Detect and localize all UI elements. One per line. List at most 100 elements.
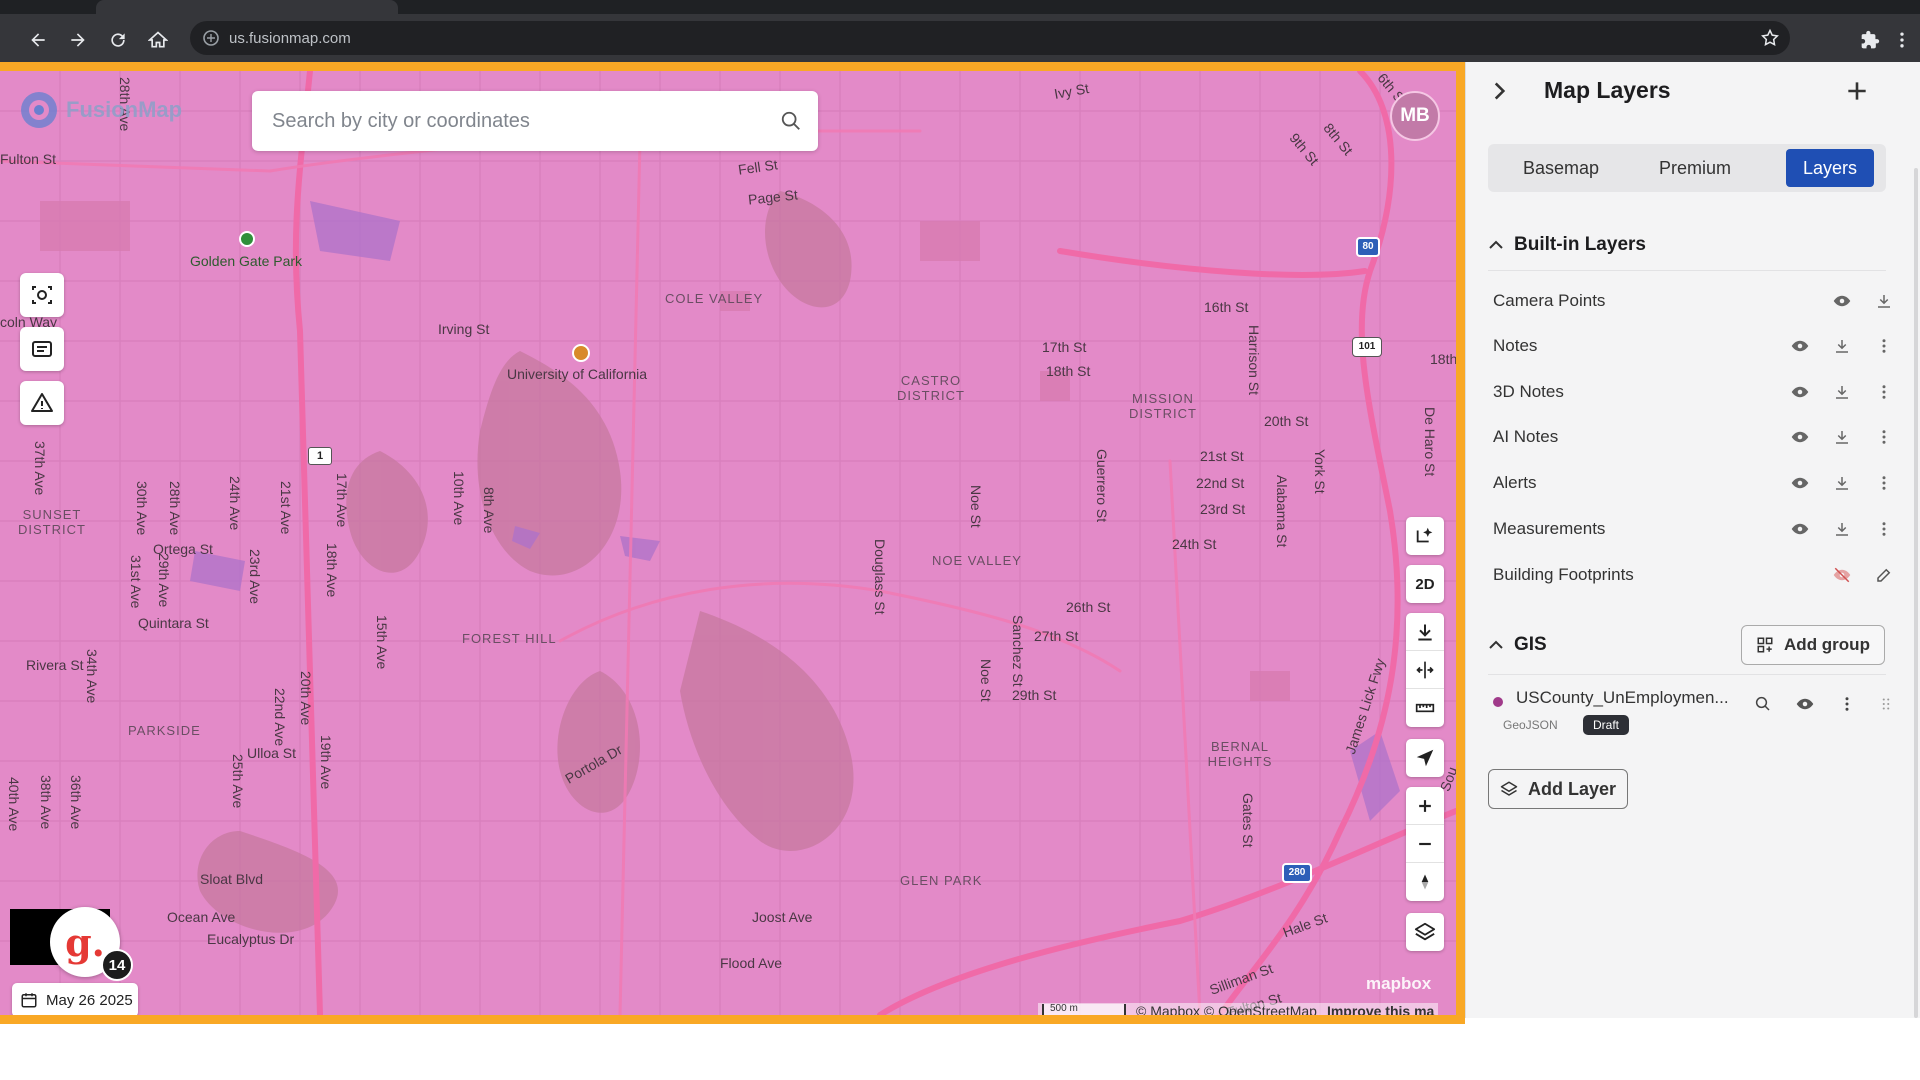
tab-basemap[interactable]: Basemap	[1496, 149, 1626, 187]
download-icon[interactable]	[1830, 517, 1854, 541]
street-label: 36th Ave	[68, 775, 84, 830]
more-vertical-icon[interactable]	[1872, 517, 1896, 541]
layer-name: Camera Points	[1493, 291, 1606, 310]
layer-row-3d-notes: 3D Notes	[1493, 372, 1886, 412]
extensions-icon[interactable]	[1856, 26, 1884, 54]
download-icon[interactable]	[1872, 289, 1896, 313]
url-text[interactable]: us.fusionmap.com	[229, 30, 351, 47]
eye-icon[interactable]	[1788, 425, 1812, 449]
layers-button[interactable]	[1406, 913, 1444, 951]
browser-active-tab[interactable]	[96, 0, 398, 14]
street-label: Rivera St	[26, 657, 84, 673]
bookmark-star-icon[interactable]	[1760, 28, 1780, 48]
forward-icon[interactable]	[64, 26, 92, 54]
street-label: 24th Ave	[227, 476, 243, 531]
app-logo[interactable]: FusionMap	[18, 89, 182, 131]
built-in-layers-header[interactable]: Built-in Layers	[1488, 234, 1646, 256]
street-label: Ocean Ave	[167, 909, 236, 925]
grid-plus-icon	[1757, 637, 1773, 653]
street-label: Fulton St	[0, 151, 57, 167]
street-label: 28th Ave	[167, 481, 183, 536]
eye-icon[interactable]	[1788, 334, 1812, 358]
alerts-button[interactable]	[20, 381, 64, 425]
zoom-in-button[interactable]	[1406, 787, 1444, 825]
university-marker-icon[interactable]	[572, 344, 590, 362]
user-avatar[interactable]: MB	[1390, 91, 1440, 141]
street-label: 21st Ave	[278, 481, 294, 535]
search-input[interactable]: Search by city or coordinates	[252, 91, 818, 151]
tools-group	[1406, 613, 1444, 727]
compass-icon	[1421, 874, 1429, 890]
street-label: Guerrero St	[1094, 449, 1110, 523]
attribution-text[interactable]: © Mapbox © OpenStreetMap	[1136, 1003, 1317, 1015]
street-label: Flood Ave	[720, 955, 783, 971]
street-label: 18th Ave	[324, 543, 340, 598]
add-layer-button[interactable]: Add Layer	[1488, 769, 1628, 809]
gis-layer-row[interactable]: USCounty_UnEmploymen... GeoJSON Draft	[1488, 680, 1908, 740]
navigation-arrow-icon	[1416, 749, 1434, 767]
more-vertical-icon[interactable]	[1872, 425, 1896, 449]
site-info-icon[interactable]	[203, 30, 219, 46]
measure-button[interactable]	[1406, 689, 1444, 727]
eye-icon[interactable]	[1788, 380, 1812, 404]
tab-premium[interactable]: Premium	[1630, 149, 1760, 187]
street-label: Sloat Blvd	[200, 871, 264, 887]
download-button[interactable]	[1406, 613, 1444, 651]
ai-tool-button[interactable]	[1406, 517, 1444, 555]
back-icon[interactable]	[24, 26, 52, 54]
add-button[interactable]	[1838, 72, 1876, 110]
map-canvas[interactable]: Fulton St Fell St Page St Ivy St Golden …	[0, 62, 1465, 1024]
drag-handle-icon[interactable]	[1874, 692, 1898, 716]
section-title: GIS	[1514, 634, 1547, 655]
download-icon[interactable]	[1830, 471, 1854, 495]
street-label: York St	[1312, 449, 1328, 494]
street-label: 22nd Ave	[272, 688, 288, 747]
street-label: 16th St	[1204, 299, 1249, 315]
compare-button[interactable]	[1406, 651, 1444, 689]
add-group-button[interactable]: Add group	[1741, 625, 1885, 665]
more-vertical-icon[interactable]	[1872, 334, 1896, 358]
download-icon[interactable]	[1830, 425, 1854, 449]
eye-icon[interactable]	[1830, 289, 1854, 313]
street-label: 26th St	[1066, 599, 1111, 615]
tab-layers[interactable]: Layers	[1786, 149, 1874, 187]
more-vertical-icon[interactable]	[1835, 692, 1859, 716]
panel-scrollbar[interactable]	[1914, 168, 1918, 1018]
camera-capture-button[interactable]	[20, 273, 64, 317]
gis-layer-name[interactable]: USCounty_UnEmploymen...	[1516, 688, 1729, 708]
compass-button[interactable]	[1406, 863, 1444, 901]
eye-icon[interactable]	[1788, 517, 1812, 541]
gis-header[interactable]: GIS	[1488, 634, 1547, 656]
street-label: 37th Ave	[32, 441, 48, 496]
street-label: 40th Ave	[6, 777, 22, 832]
more-vertical-icon[interactable]	[1872, 471, 1896, 495]
street-label: Alabama St	[1274, 475, 1290, 548]
improve-map-link[interactable]: Improve this ma	[1327, 1003, 1434, 1015]
zoom-out-button[interactable]	[1406, 825, 1444, 863]
layer-row-notes: Notes	[1493, 326, 1886, 366]
view-mode-toggle[interactable]: 2D	[1406, 565, 1444, 603]
mapbox-logo[interactable]: mapbox	[1366, 974, 1431, 994]
locate-button[interactable]	[1406, 739, 1444, 777]
edit-pencil-icon[interactable]	[1872, 563, 1896, 587]
browser-tab-strip	[0, 0, 1920, 14]
address-bar[interactable]: us.fusionmap.com	[190, 21, 1790, 55]
date-picker-button[interactable]: May 26 2025	[12, 983, 138, 1015]
home-icon[interactable]	[144, 26, 172, 54]
zoom-to-layer-search-icon[interactable]	[1751, 692, 1775, 716]
park-marker-icon[interactable]	[239, 231, 255, 247]
reload-icon[interactable]	[104, 26, 132, 54]
browser-menu-icon[interactable]	[1888, 26, 1916, 54]
search-icon[interactable]	[780, 110, 802, 132]
chevron-right-icon[interactable]	[1486, 78, 1512, 104]
more-vertical-icon[interactable]	[1872, 380, 1896, 404]
download-icon[interactable]	[1830, 380, 1854, 404]
district-label: FOREST HILL	[462, 631, 557, 646]
eye-icon[interactable]	[1793, 692, 1817, 716]
panel-header: Map Layers	[1466, 62, 1920, 120]
eye-off-icon[interactable]	[1830, 563, 1854, 587]
street-label: 34th Ave	[84, 649, 100, 704]
eye-icon[interactable]	[1788, 471, 1812, 495]
download-icon[interactable]	[1830, 334, 1854, 358]
notes-button[interactable]	[20, 327, 64, 371]
